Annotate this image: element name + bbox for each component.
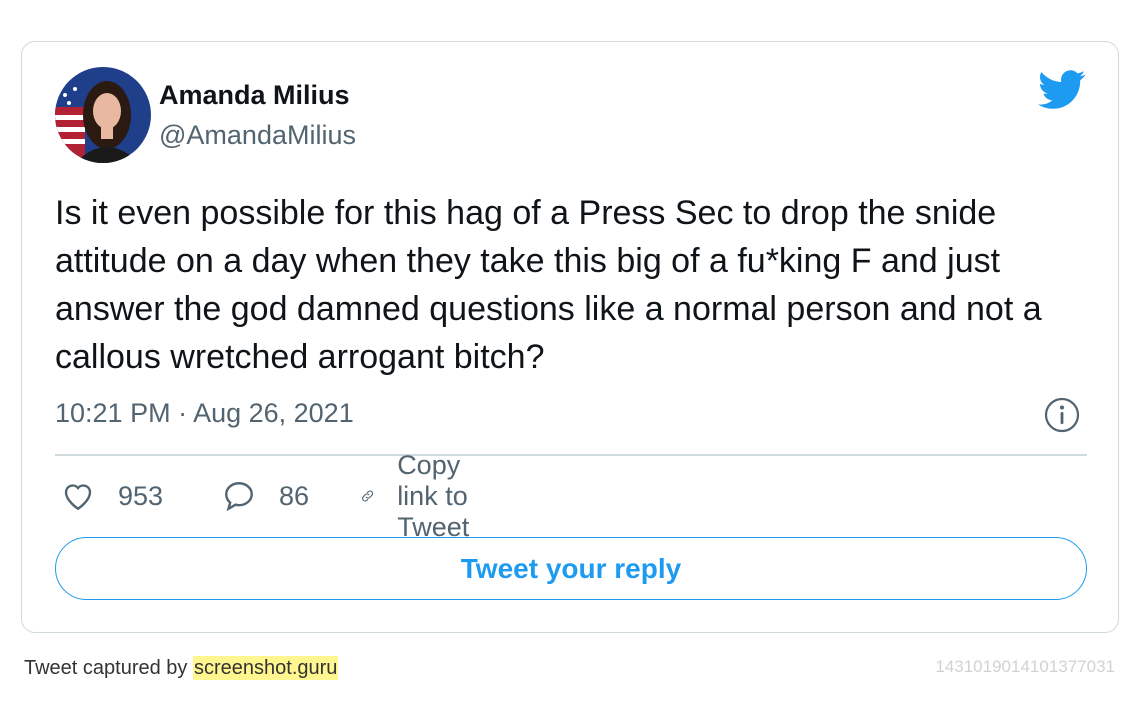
copy-link-button[interactable]: Copy link to Tweet — [360, 450, 490, 542]
author-name[interactable]: Amanda Milius — [159, 80, 350, 111]
divider — [55, 454, 1087, 456]
avatar[interactable] — [55, 67, 151, 163]
twitter-bird-icon[interactable] — [1038, 70, 1086, 110]
tweet-timestamp[interactable]: 10:21 PM · Aug 26, 2021 — [55, 398, 354, 429]
tweet-card: Amanda Milius @AmandaMilius Is it even p… — [21, 41, 1119, 633]
like-count: 953 — [118, 480, 164, 511]
info-icon[interactable] — [1044, 397, 1080, 433]
tweet-your-reply-button[interactable]: Tweet your reply — [55, 537, 1087, 600]
like-button[interactable]: 953 — [60, 478, 163, 514]
tweet-id: 1431019014101377031 — [935, 657, 1115, 676]
author-handle[interactable]: @AmandaMilius — [159, 120, 356, 151]
reply-button[interactable]: 86 — [221, 478, 309, 514]
heart-icon — [64, 484, 92, 511]
copy-link-label: Copy link to Tweet — [397, 449, 470, 542]
capture-credit-text: Tweet captured by — [24, 657, 193, 679]
capture-brand-link[interactable]: screenshot.guru — [192, 656, 339, 680]
tweet-text: Is it even possible for this hag of a Pr… — [55, 194, 1042, 376]
capture-credit: Tweet captured by screenshot.guru — [24, 656, 339, 680]
reply-count: 86 — [279, 480, 310, 511]
speech-bubble-icon — [225, 482, 253, 512]
link-icon — [362, 490, 374, 502]
